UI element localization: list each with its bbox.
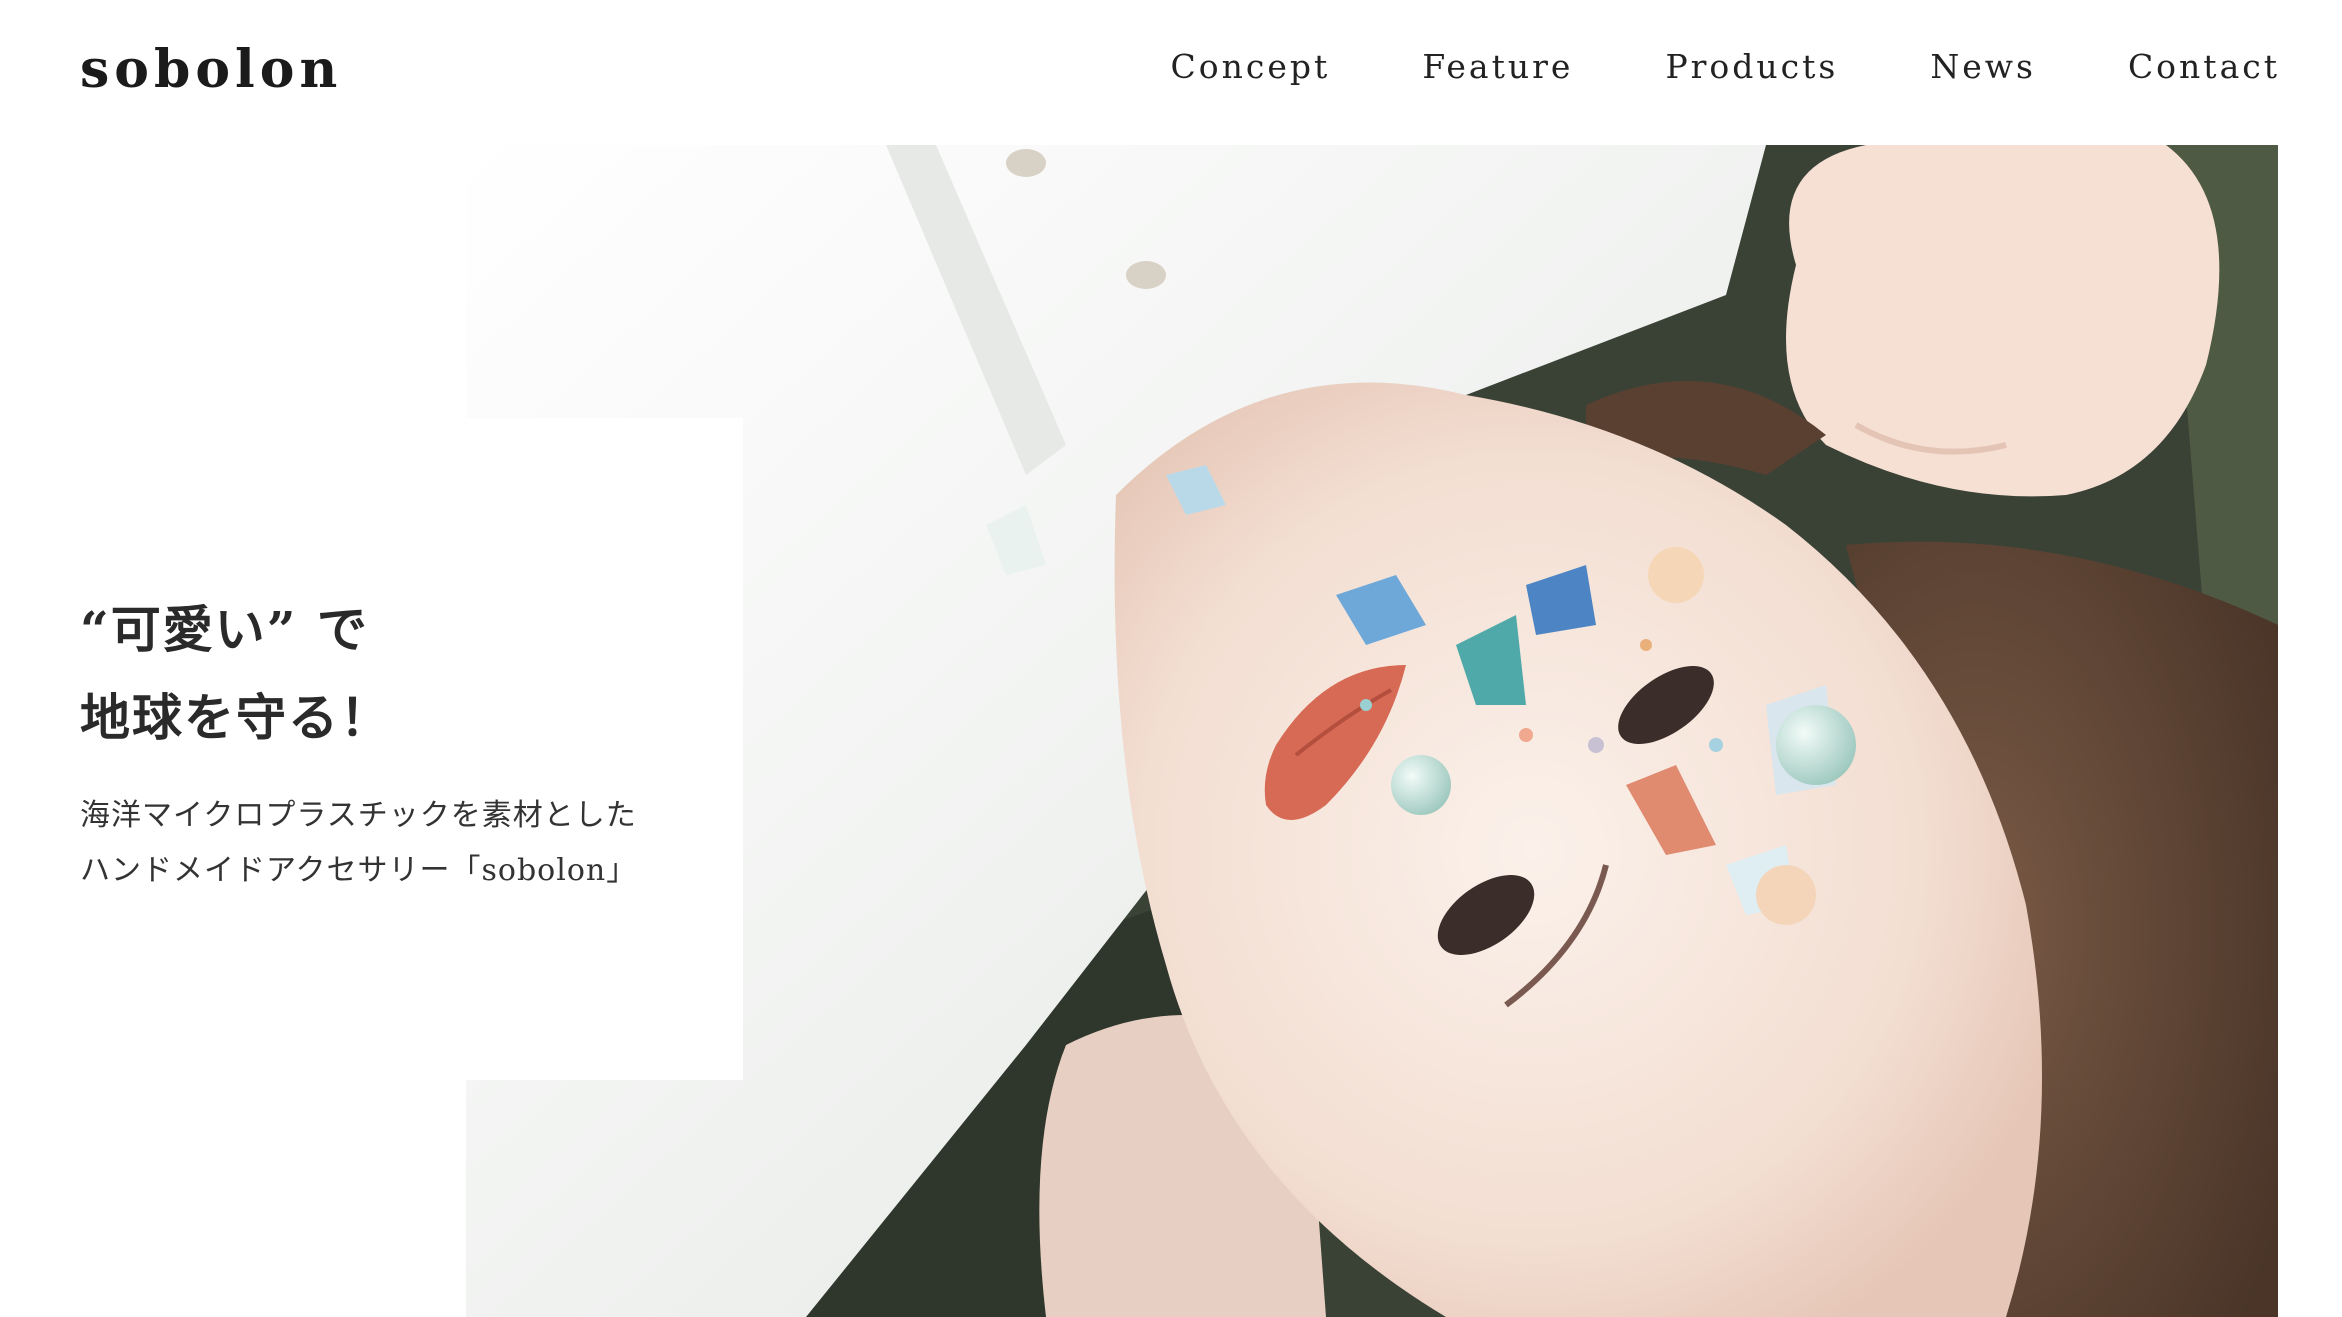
nav-news[interactable]: News: [1930, 50, 2036, 83]
nav-concept[interactable]: Concept: [1171, 50, 1331, 83]
main-nav: Concept Feature Products News Contact: [1171, 50, 2280, 83]
nav-feature[interactable]: Feature: [1422, 50, 1573, 83]
nav-products[interactable]: Products: [1665, 50, 1838, 83]
hero-tagline-line1: “可愛い” で: [80, 600, 369, 659]
hero-description-line2: ハンドメイドアクセサリー「sobolon」: [80, 853, 638, 888]
hero-description: 海洋マイクロプラスチックを素材とした ハンドメイドアクセサリー「sobolon」: [80, 788, 637, 898]
hero-tagline: “可愛い” で 地球を守る！: [80, 586, 392, 762]
hero-description-line1: 海洋マイクロプラスチックを素材とした: [80, 798, 637, 833]
nav-contact[interactable]: Contact: [2128, 50, 2280, 83]
site-logo[interactable]: sobolon: [80, 44, 342, 96]
hero-tagline-line2: 地球を守る！: [80, 688, 392, 747]
hero-text-panel: “可愛い” で 地球を守る！ 海洋マイクロプラスチックを素材とした ハンドメイド…: [0, 418, 743, 1080]
